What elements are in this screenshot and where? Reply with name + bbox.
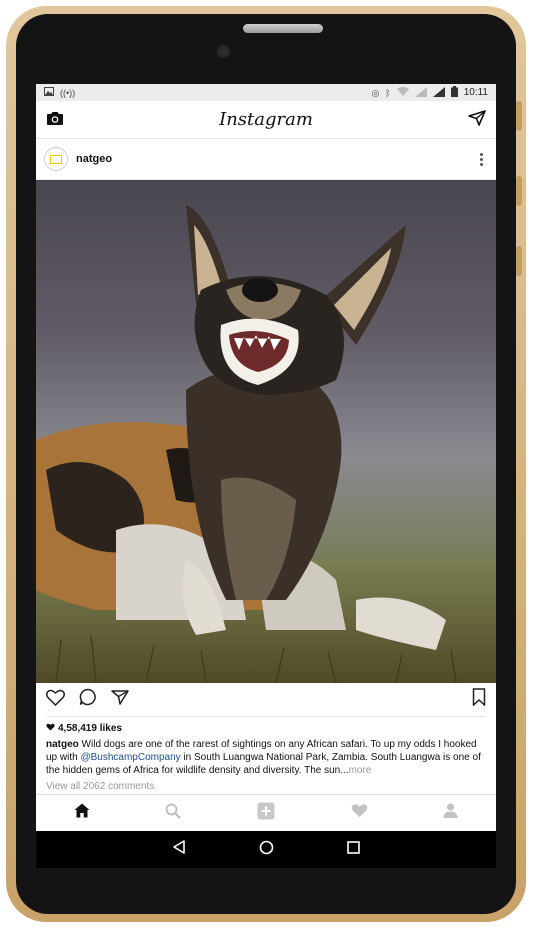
wifi-icon [396, 87, 409, 98]
post-username[interactable]: natgeo [76, 153, 112, 165]
post-header: natgeo [36, 139, 496, 180]
like-heart-icon[interactable] [46, 689, 65, 711]
caption-more-link[interactable]: more [349, 765, 372, 776]
avatar[interactable] [44, 147, 68, 171]
app-bar: Instagram [36, 101, 496, 139]
view-all-comments-link[interactable]: View all 2062 comments [36, 777, 496, 792]
post-actions [36, 683, 496, 716]
home-circle-icon[interactable] [259, 840, 274, 860]
screen: ((•)) ◎ ᛒ 10:11 Instagram natgeo 4,58,41… [36, 84, 496, 868]
more-options-icon[interactable] [476, 149, 488, 170]
bluetooth-icon: ᛒ [385, 87, 391, 98]
signal-4g-icon [414, 86, 427, 99]
post-photo[interactable] [36, 180, 496, 683]
nfc-icon: ◎ [371, 87, 380, 98]
battery-icon [450, 86, 458, 99]
app-title: Instagram [219, 109, 313, 130]
power-button [516, 176, 522, 206]
back-icon[interactable] [172, 840, 186, 859]
speaker-grille [243, 24, 323, 33]
bottom-tab-bar [36, 794, 496, 831]
comment-icon[interactable] [79, 688, 97, 711]
activity-heart-icon[interactable] [351, 803, 368, 823]
image-icon [44, 87, 54, 98]
volume-button [516, 101, 522, 131]
signal-icon [432, 86, 445, 99]
status-bar: ((•)) ◎ ᛒ 10:11 [36, 84, 496, 101]
status-time: 10:11 [463, 87, 488, 98]
add-post-icon[interactable] [257, 802, 275, 825]
small-heart-icon [46, 723, 55, 734]
home-icon[interactable] [74, 803, 90, 823]
bookmark-icon[interactable] [472, 688, 486, 711]
side-button [516, 246, 522, 276]
likes-count: 4,58,419 likes [58, 723, 122, 734]
wild-dog-photo-illustration [36, 205, 496, 683]
share-icon[interactable] [111, 689, 129, 710]
post-caption: natgeo Wild dogs are one of the rarest o… [36, 734, 496, 777]
caption-username[interactable]: natgeo [46, 739, 79, 750]
caption-ellipsis: ... [340, 765, 349, 776]
direct-send-icon[interactable] [468, 110, 486, 131]
profile-icon[interactable] [443, 803, 458, 823]
android-nav-bar [36, 831, 496, 868]
front-camera [216, 44, 231, 59]
caption-mention-link[interactable]: @BushcampCompany [80, 752, 180, 763]
hotspot-icon: ((•)) [60, 87, 76, 98]
likes-row[interactable]: 4,58,419 likes [36, 717, 496, 734]
search-icon[interactable] [165, 803, 182, 824]
recents-icon[interactable] [346, 840, 360, 859]
